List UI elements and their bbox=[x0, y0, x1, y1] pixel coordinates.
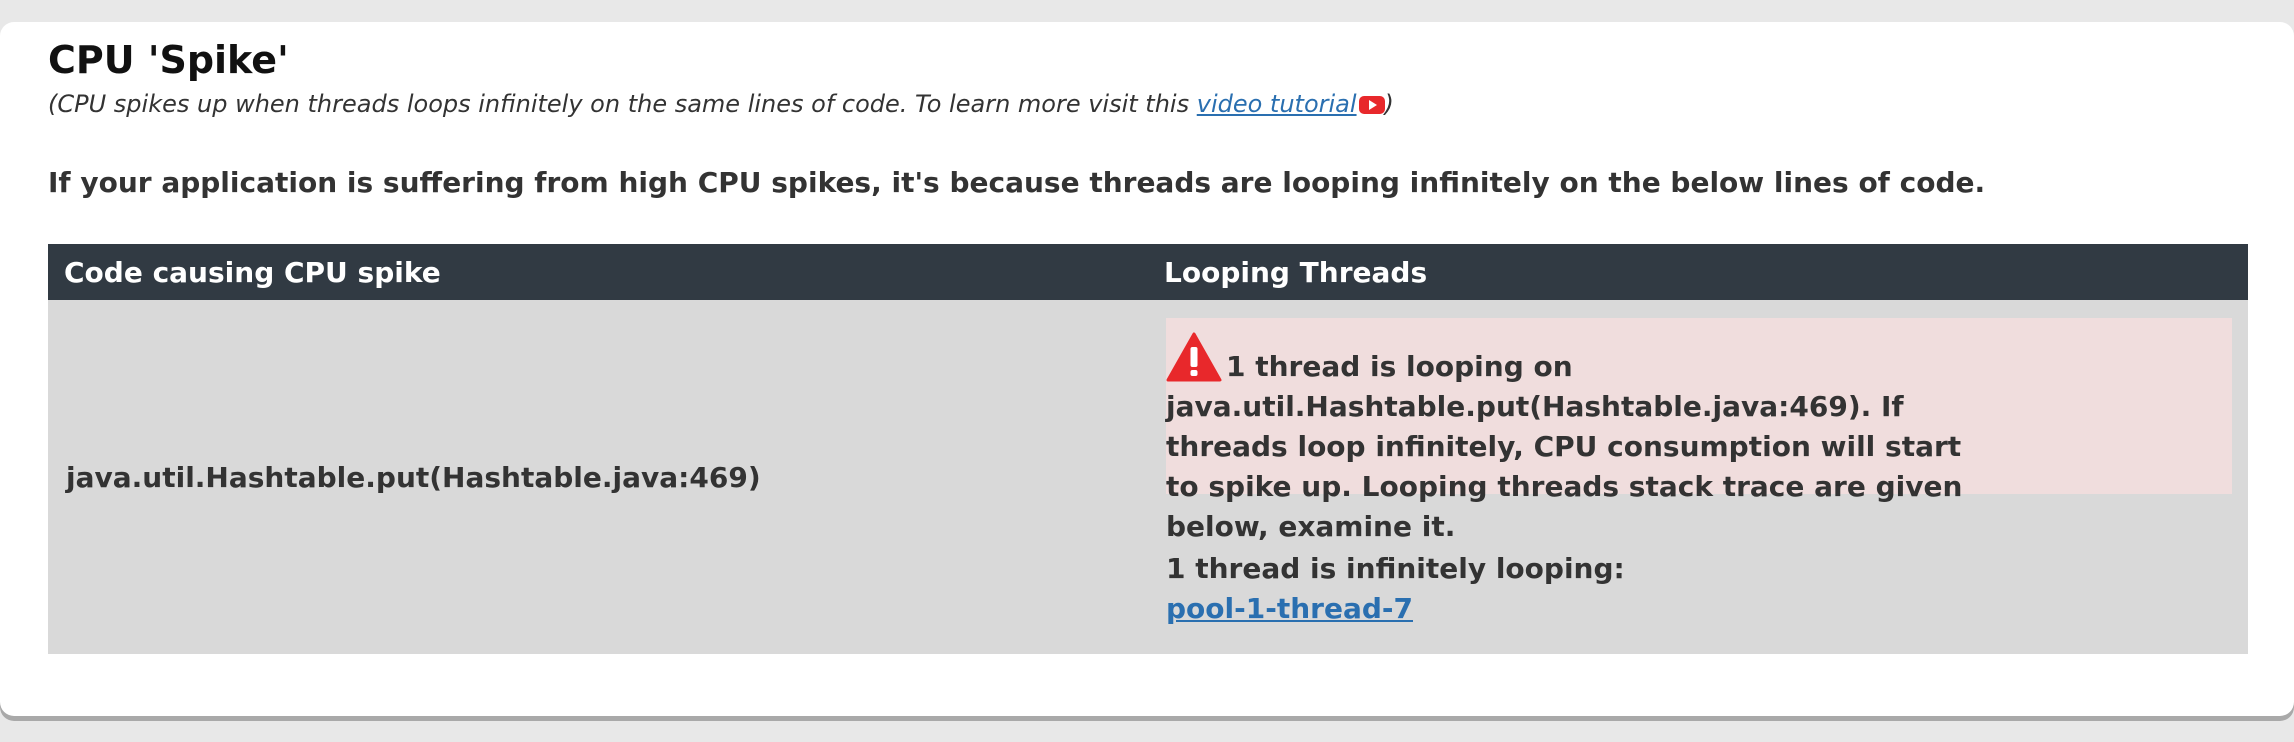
table-row: java.util.Hashtable.put(Hashtable.java:4… bbox=[48, 300, 2248, 654]
code-cell: java.util.Hashtable.put(Hashtable.java:4… bbox=[48, 300, 1148, 654]
threads-cell: 1 thread is looping on java.util.Hashtab… bbox=[1148, 300, 2248, 654]
thread-link[interactable]: pool-1-thread-7 bbox=[1166, 592, 1413, 625]
subtitle-prefix: (CPU spikes up when threads loops infini… bbox=[48, 90, 1197, 118]
looping-alert: 1 thread is looping on java.util.Hashtab… bbox=[1166, 318, 2232, 543]
thread-count-label: 1 thread is infinitely looping: bbox=[1166, 552, 1625, 585]
cpu-spike-intro: If your application is suffering from hi… bbox=[48, 166, 1986, 199]
table-header: Code causing CPU spike Looping Threads bbox=[48, 244, 2248, 300]
code-location: java.util.Hashtable.put(Hashtable.java:4… bbox=[66, 460, 761, 494]
warning-triangle-icon bbox=[1166, 332, 1222, 382]
section-subtitle: (CPU spikes up when threads loops infini… bbox=[48, 90, 1394, 118]
alert-text: 1 thread is looping on java.util.Hashtab… bbox=[1166, 332, 1986, 547]
column-header-threads: Looping Threads bbox=[1164, 255, 1428, 289]
video-tutorial-link-label: video tutorial bbox=[1196, 90, 1357, 118]
cpu-spike-table: Code causing CPU spike Looping Threads j… bbox=[48, 244, 2248, 654]
section-title: CPU 'Spike' bbox=[48, 38, 289, 82]
column-header-code: Code causing CPU spike bbox=[64, 255, 441, 289]
subtitle-suffix: ) bbox=[1384, 90, 1394, 118]
cpu-spike-panel: CPU 'Spike' (CPU spikes up when threads … bbox=[0, 22, 2294, 716]
video-tutorial-link[interactable]: video tutorial bbox=[1197, 90, 1385, 118]
youtube-play-icon bbox=[1358, 96, 1385, 114]
alert-message: 1 thread is looping on java.util.Hashtab… bbox=[1166, 350, 1963, 543]
